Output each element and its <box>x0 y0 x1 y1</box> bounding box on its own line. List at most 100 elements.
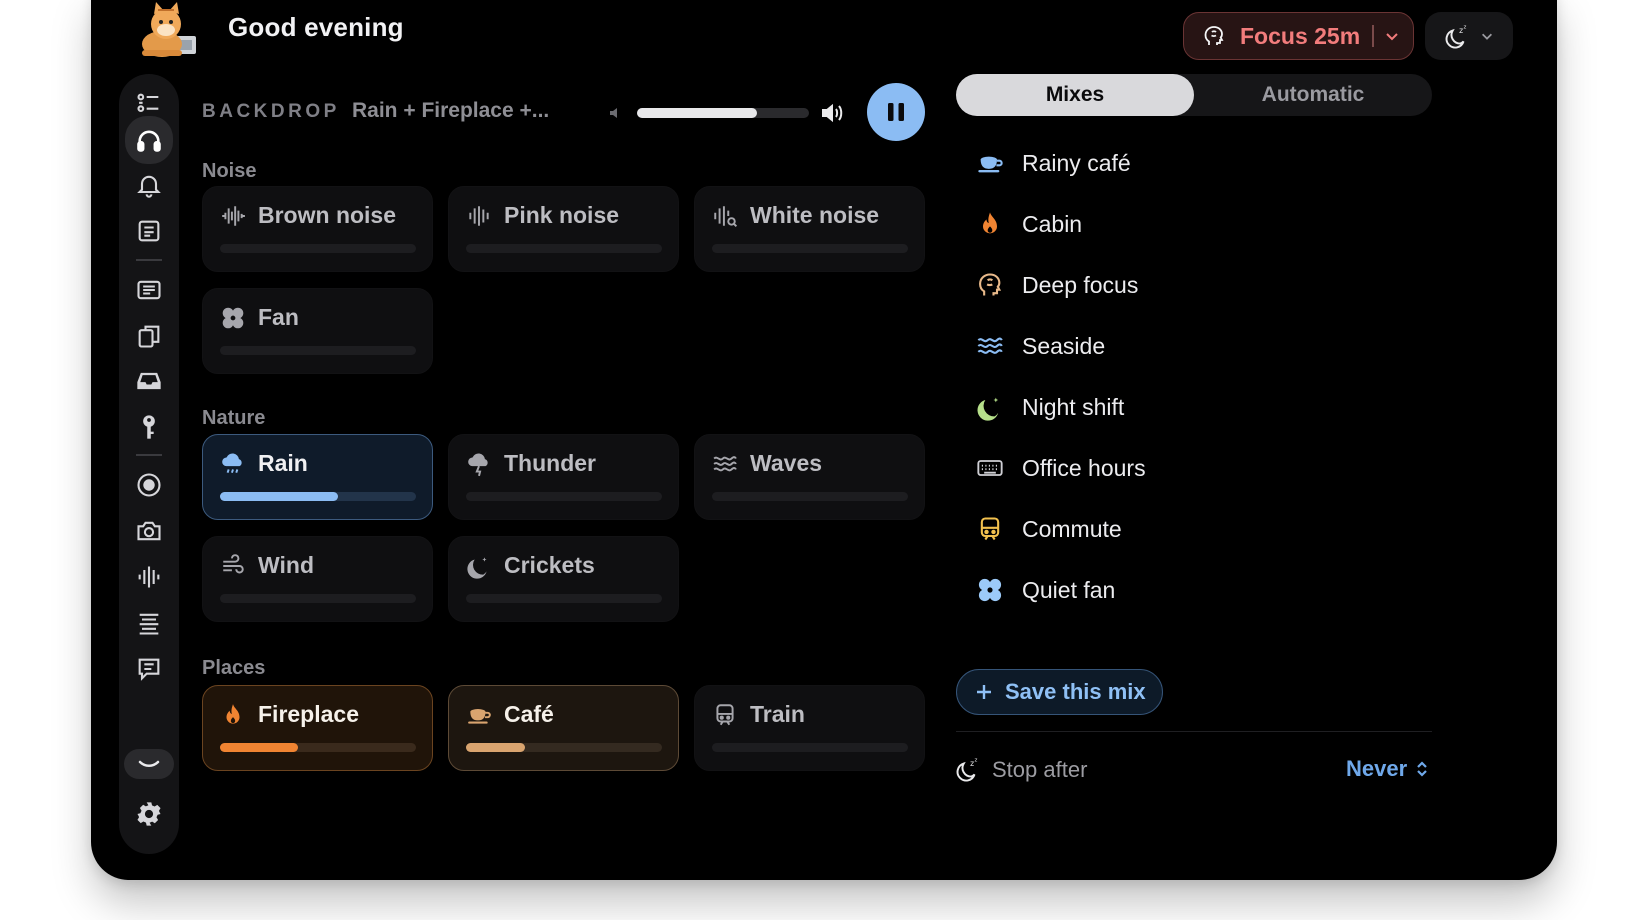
sound-tile-wind[interactable]: Wind <box>202 536 433 622</box>
sidebar-item-screenshot[interactable] <box>125 509 173 553</box>
stop-after-select[interactable]: Never <box>1346 756 1429 782</box>
key-icon <box>143 415 155 439</box>
wind-icon <box>223 554 244 574</box>
sound-level-slider[interactable] <box>712 743 908 752</box>
sidebar-divider <box>136 259 162 261</box>
sound-name: Waves <box>750 450 823 476</box>
sound-tile-train[interactable]: Train <box>694 685 925 771</box>
moon-zzz-icon: z z <box>1445 24 1467 49</box>
sound-name: Café <box>504 701 554 727</box>
sound-level-slider[interactable] <box>466 594 662 603</box>
sleep-timer-button[interactable]: z z <box>1425 12 1513 60</box>
sound-level-slider[interactable] <box>466 492 662 501</box>
sound-tile-brown-noise[interactable]: Brown noise <box>202 186 433 272</box>
volume-slider[interactable] <box>637 108 809 118</box>
greeting-title: Good evening <box>228 12 404 42</box>
mix-item-quiet-fan[interactable]: Quiet fan <box>976 570 1115 610</box>
app-window: Good evening Focus 25m z z BACKDROP Rain… <box>91 0 1557 880</box>
flame-icon <box>226 704 240 724</box>
tab-automatic[interactable]: Automatic <box>1194 74 1432 116</box>
headphones-icon <box>137 130 161 152</box>
focus-label: Focus 25m <box>1240 22 1361 49</box>
mix-item-cabin[interactable]: Cabin <box>976 204 1082 244</box>
save-mix-label: Save this mix <box>1005 679 1146 704</box>
sound-level-slider[interactable] <box>220 346 416 355</box>
mix-item-deep-focus[interactable]: Deep focus <box>976 265 1138 305</box>
bell-icon <box>137 175 161 198</box>
mix-item-office-hours[interactable]: Office hours <box>976 448 1146 488</box>
mix-name: Commute <box>1022 515 1122 542</box>
moon-icon <box>977 397 999 421</box>
sound-tile-fan[interactable]: Fan <box>202 288 433 374</box>
sound-name: Pink noise <box>504 202 620 228</box>
collapse-icon <box>138 760 160 767</box>
sidebar-item-settings[interactable] <box>125 792 173 836</box>
sound-tile-white-noise[interactable]: White noise <box>694 186 925 272</box>
checklist-icon <box>137 93 159 113</box>
mix-name: Quiet fan <box>1022 576 1116 603</box>
section-title-nature: Nature <box>202 407 266 429</box>
sidebar-item-documents[interactable] <box>125 268 173 312</box>
waveform-search-icon <box>714 206 738 227</box>
cat-avatar-icon <box>142 2 196 57</box>
sound-level-slider[interactable] <box>220 743 416 752</box>
sidebar-item-chat[interactable] <box>125 647 173 691</box>
sound-level-slider[interactable] <box>712 244 908 253</box>
mix-name: Night shift <box>1022 393 1125 420</box>
save-mix-button[interactable]: Save this mix <box>956 669 1163 715</box>
moon-stars-icon <box>467 557 487 579</box>
sound-tile-crickets[interactable]: Crickets <box>448 536 679 622</box>
sound-level-fill <box>220 492 338 501</box>
waveform-icon <box>469 206 489 226</box>
tab-mixes[interactable]: Mixes <box>956 74 1194 116</box>
sidebar-item-text[interactable] <box>125 601 173 645</box>
sidebar-collapse-button[interactable] <box>124 749 174 779</box>
sound-level-slider[interactable] <box>220 594 416 603</box>
mix-item-commute[interactable]: Commute <box>976 509 1122 549</box>
sound-tile-fireplace[interactable]: Fireplace <box>202 685 433 771</box>
waveform-icon <box>222 206 245 226</box>
sound-level-slider[interactable] <box>220 492 416 501</box>
moon-zzz-icon: z z <box>956 757 978 782</box>
sound-name: Fireplace <box>258 701 359 727</box>
stop-after-value: Never <box>1346 756 1408 781</box>
mix-item-rainy-cafe[interactable]: Rainy café <box>976 143 1131 183</box>
sound-tile-rain[interactable]: Rain <box>202 434 433 520</box>
coffee-cup-icon <box>468 709 491 724</box>
record-icon <box>137 473 161 497</box>
sidebar-item-notes[interactable] <box>125 209 173 253</box>
fan-icon <box>222 307 244 329</box>
sound-name: Train <box>750 701 805 727</box>
sound-level-slider[interactable] <box>466 244 662 253</box>
sidebar-item-inbox[interactable] <box>125 359 173 403</box>
sound-tile-waves[interactable]: Waves <box>694 434 925 520</box>
train-icon <box>980 517 1000 541</box>
brain-head-icon <box>1204 26 1224 45</box>
pause-button[interactable] <box>867 83 925 141</box>
sidebar-item-passwords[interactable] <box>125 405 173 449</box>
pause-icon <box>888 103 904 121</box>
document-icon <box>137 280 161 300</box>
sound-level-slider[interactable] <box>712 492 908 501</box>
waves-icon <box>977 337 1003 354</box>
sidebar-item-sounds[interactable] <box>125 116 173 164</box>
sound-tile-pink-noise[interactable]: Pink noise <box>448 186 679 272</box>
sidebar-item-record[interactable] <box>125 463 173 507</box>
mix-item-seaside[interactable]: Seaside <box>976 326 1105 366</box>
sidebar-item-clipboard[interactable] <box>125 314 173 358</box>
brain-head-icon <box>979 273 1002 296</box>
sound-tile-thunder[interactable]: Thunder <box>448 434 679 520</box>
sound-level-slider[interactable] <box>466 743 662 752</box>
sound-name: Wind <box>258 552 314 578</box>
stop-after-label: Stop after <box>992 757 1088 782</box>
section-title-places: Places <box>202 657 266 679</box>
sound-tile-cafe[interactable]: Café <box>448 685 679 771</box>
sidebar-item-reminders[interactable] <box>125 163 173 207</box>
mix-item-night-shift[interactable]: Night shift <box>976 387 1124 427</box>
mix-name: Rainy café <box>1022 149 1131 176</box>
chevron-down-icon[interactable] <box>1384 28 1400 44</box>
focus-timer-button[interactable]: Focus 25m <box>1183 12 1414 60</box>
sound-name: Fan <box>258 304 299 330</box>
sidebar-item-audio[interactable] <box>125 555 173 599</box>
sound-level-slider[interactable] <box>220 244 416 253</box>
